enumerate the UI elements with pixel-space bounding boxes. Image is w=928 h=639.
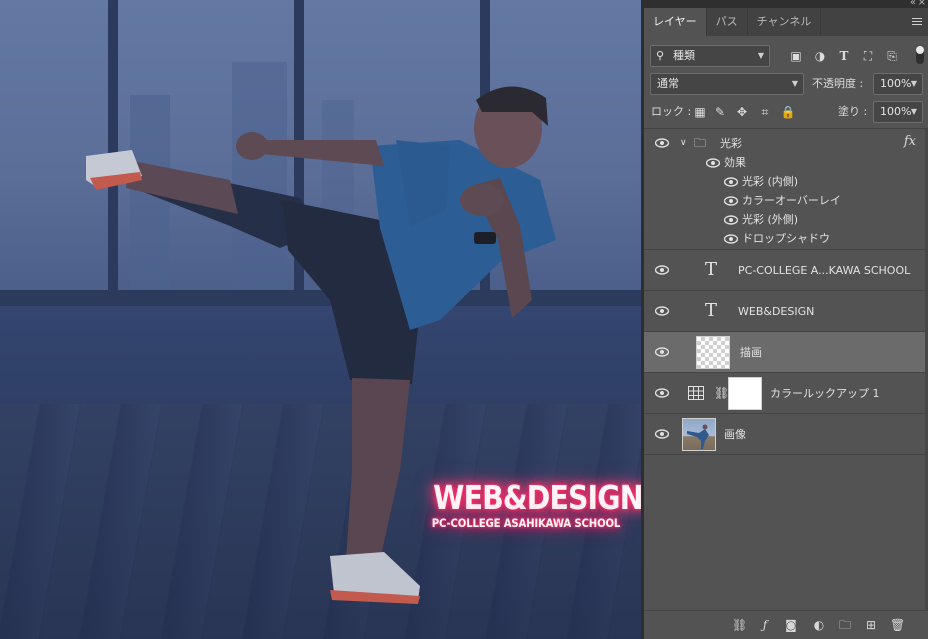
close-panel-icon[interactable]: × <box>918 0 926 8</box>
wordmark-line-1: WEB&DESIGN <box>433 478 641 517</box>
effects-row[interactable]: 効果 <box>644 153 928 172</box>
pixel-filter-icon[interactable]: ▣ <box>788 48 804 64</box>
effect-name: 光彩 (内側) <box>742 175 799 188</box>
text-layer-icon: T <box>705 259 718 280</box>
opacity-value: 100% <box>880 77 912 90</box>
chevron-down-icon: ▼ <box>910 79 917 88</box>
visibility-eye-icon[interactable] <box>706 158 720 168</box>
panel-tabs: レイヤー パス チャンネル <box>644 8 928 36</box>
layer-drawing[interactable]: 描画 <box>644 332 928 373</box>
panel-menu-icon[interactable] <box>912 18 922 27</box>
lock-all-icon[interactable]: 🔒 <box>780 104 796 120</box>
smart-object-filter-icon[interactable]: ⎘ <box>884 48 900 64</box>
blend-row: 通常 ▼ 不透明度 : 100% ▼ <box>644 70 928 98</box>
link-layers-icon[interactable]: ⛓ <box>732 618 747 632</box>
blend-mode-select[interactable]: 通常 ▼ <box>650 73 804 95</box>
new-adjustment-layer-icon[interactable]: ◐ <box>812 618 826 632</box>
layer-text-webdesign[interactable]: T WEB&DESIGN <box>644 291 928 332</box>
chevron-down-icon[interactable]: ∨ <box>680 134 687 153</box>
text-layer-icon: T <box>705 300 718 321</box>
document-canvas[interactable]: WEB&DESIGN PC-COLLEGE ASAHIKAWA SCHOOL <box>0 0 641 639</box>
blend-mode-value: 通常 <box>657 77 679 90</box>
fill-value: 100% <box>880 105 912 118</box>
visibility-eye-icon[interactable] <box>655 429 669 439</box>
image-layer-thumbnail <box>682 418 716 451</box>
collapse-panel-icon[interactable]: « <box>910 0 916 8</box>
effects-label: 効果 <box>724 156 746 169</box>
kicking-person-photo <box>86 86 556 604</box>
lock-label: ロック : <box>651 105 692 118</box>
filter-value: 種類 <box>673 49 695 62</box>
type-filter-icon[interactable]: T <box>836 48 852 64</box>
layer-color-lookup[interactable]: ⛓ カラールックアップ 1 <box>644 373 928 414</box>
shape-filter-icon[interactable]: ⛶ <box>860 48 876 64</box>
folder-icon: 🗀 <box>694 136 707 150</box>
lock-transparency-icon[interactable]: ▦ <box>692 104 708 120</box>
wordmark-line-2: PC-COLLEGE ASAHIKAWA SCHOOL <box>431 516 621 530</box>
group-header[interactable]: ∨ 🗀 光彩 fx <box>644 134 928 153</box>
group-name: 光彩 <box>720 137 742 150</box>
grid-table-icon <box>688 386 704 400</box>
tab-paths[interactable]: パス <box>707 8 748 36</box>
opacity-input[interactable]: 100% ▼ <box>873 73 923 95</box>
layer-name: PC-COLLEGE A...KAWA SCHOOL <box>738 264 911 277</box>
add-style-icon[interactable]: ƒ <box>758 618 772 632</box>
tab-layers[interactable]: レイヤー <box>644 8 707 36</box>
layer-image[interactable]: 画像 <box>644 414 928 455</box>
lock-artboard-icon[interactable]: ⌗ <box>757 104 773 120</box>
photo-thumbnail-figure <box>687 424 709 449</box>
trash-icon[interactable]: 🗑 <box>890 618 905 632</box>
visibility-eye-icon[interactable] <box>655 306 669 316</box>
visibility-eye-icon[interactable] <box>655 388 669 398</box>
visibility-eye-icon[interactable] <box>724 196 738 206</box>
fx-icon[interactable]: fx <box>904 134 916 149</box>
effect-name: 光彩 (外側) <box>742 213 799 226</box>
layer-mask-thumbnail[interactable] <box>728 377 762 410</box>
effect-name: ドロップシャドウ <box>742 232 830 245</box>
chevron-down-icon: ▼ <box>791 79 798 88</box>
filter-row: ⚲ 種類 ▼ ▣ ◑ T ⛶ ⎘ <box>644 42 928 70</box>
layer-name: 描画 <box>740 346 762 359</box>
chevron-down-icon: ▼ <box>757 51 764 60</box>
web-design-wordmark: WEB&DESIGN PC-COLLEGE ASAHIKAWA SCHOOL <box>418 478 641 531</box>
lock-position-icon[interactable]: ✥ <box>734 104 750 120</box>
effect-row-inner-glow[interactable]: 光彩 (内側) <box>644 172 928 191</box>
effect-name: カラーオーバーレイ <box>742 194 841 207</box>
tab-channels[interactable]: チャンネル <box>748 8 822 36</box>
panel-top-strip: « × <box>644 0 928 8</box>
layers-list: ∨ 🗀 光彩 fx 効果 光彩 (内側) カラーオーバーレイ 光彩 (外側) ド… <box>644 128 928 610</box>
search-icon: ⚲ <box>656 49 665 62</box>
visibility-eye-icon[interactable] <box>724 234 738 244</box>
visibility-eye-icon[interactable] <box>655 347 669 357</box>
layers-panel: « × レイヤー パス チャンネル ⚲ 種類 ▼ ▣ ◑ T ⛶ ⎘ 通常 ▼ … <box>641 0 928 639</box>
visibility-eye-icon[interactable] <box>724 215 738 225</box>
visibility-eye-icon[interactable] <box>655 138 669 148</box>
adjustment-filter-icon[interactable]: ◑ <box>812 48 828 64</box>
new-group-folder-icon[interactable]: 🗀 <box>838 618 852 632</box>
link-chain-icon[interactable]: ⛓ <box>714 373 729 414</box>
layers-footer-toolbar: ⛓ ƒ ◙ ◐ 🗀 ⊞ 🗑 <box>644 610 928 639</box>
layer-group-glow[interactable]: ∨ 🗀 光彩 fx 効果 光彩 (内側) カラーオーバーレイ 光彩 (外側) ド… <box>644 129 928 250</box>
filter-toggle[interactable] <box>916 46 924 64</box>
transparent-layer-thumbnail <box>696 336 730 369</box>
fill-input[interactable]: 100% ▼ <box>873 101 923 123</box>
chevron-down-icon: ▼ <box>910 107 917 116</box>
effect-row-drop-shadow[interactable]: ドロップシャドウ <box>644 229 928 248</box>
layer-name: カラールックアップ 1 <box>770 387 880 400</box>
layer-text-school[interactable]: T PC-COLLEGE A...KAWA SCHOOL <box>644 250 928 291</box>
layer-name: 画像 <box>724 428 746 441</box>
fill-label: 塗り : <box>838 105 868 118</box>
effect-row-color-overlay[interactable]: カラーオーバーレイ <box>644 191 928 210</box>
add-mask-icon[interactable]: ◙ <box>784 618 798 632</box>
layer-name: WEB&DESIGN <box>738 305 815 318</box>
opacity-label: 不透明度 : <box>812 77 864 90</box>
new-layer-icon[interactable]: ⊞ <box>864 618 878 632</box>
layer-kind-filter[interactable]: ⚲ 種類 ▼ <box>650 45 770 67</box>
visibility-eye-icon[interactable] <box>724 177 738 187</box>
effect-row-outer-glow[interactable]: 光彩 (外側) <box>644 210 928 229</box>
lock-row: ロック : ▦ ✎ ✥ ⌗ 🔒 塗り : 100% ▼ <box>644 98 928 126</box>
lock-pixels-icon[interactable]: ✎ <box>712 104 728 120</box>
visibility-eye-icon[interactable] <box>655 265 669 275</box>
